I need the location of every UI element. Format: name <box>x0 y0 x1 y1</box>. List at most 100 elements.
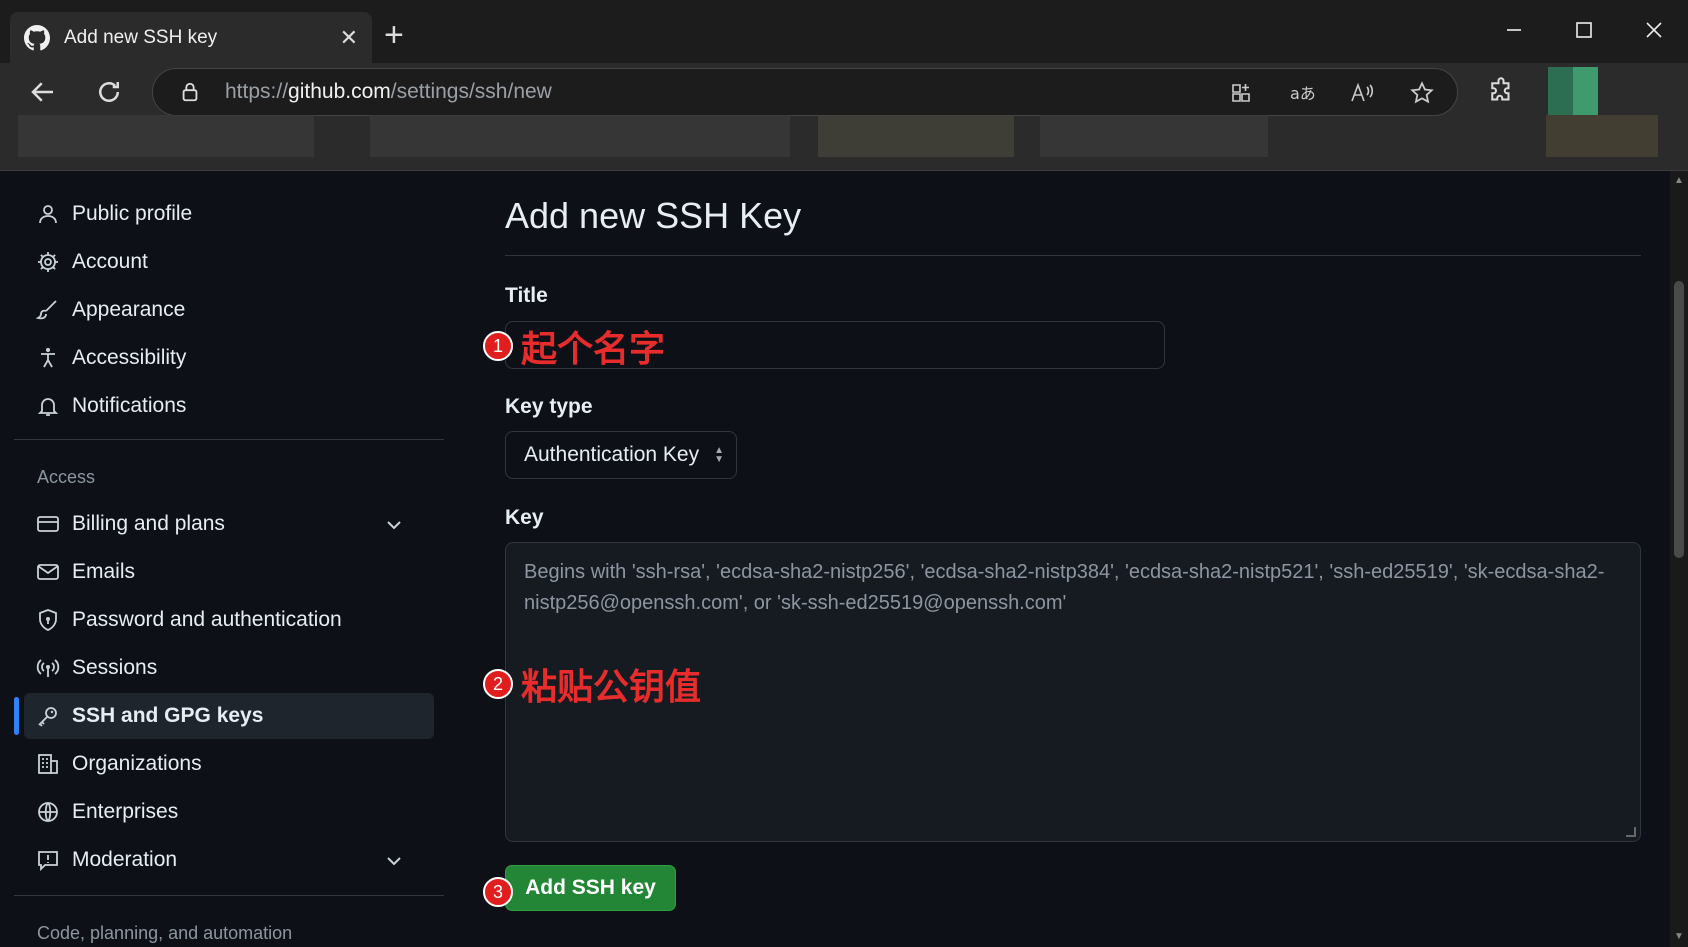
add-ssh-key-button[interactable]: Add SSH key <box>505 865 676 911</box>
bookmark-item[interactable] <box>1546 115 1658 157</box>
translate-icon[interactable]: aあ <box>1289 81 1315 105</box>
credit-card-icon <box>37 516 59 532</box>
key-label: Key <box>505 506 544 529</box>
select-arrows-icon: ▲ ▼ <box>714 445 724 465</box>
annotation-text: 粘贴公钥值 <box>521 667 702 708</box>
scroll-thumb[interactable] <box>1674 281 1684 558</box>
page-scrollbar[interactable]: ▲ ▼ <box>1670 171 1688 947</box>
key-type-value: Authentication Key <box>524 443 700 466</box>
key-icon <box>38 707 57 727</box>
sidebar-item-organizations[interactable]: Organizations <box>24 741 434 787</box>
sidebar-item-label: Appearance <box>72 298 186 321</box>
sidebar-item-notifications[interactable]: Notifications <box>24 383 434 429</box>
url-host: github.com <box>288 80 391 103</box>
browser-toolbar: https://github.com/settings/ssh/new aあ <box>0 63 1688 121</box>
annotation-badge: 2 <box>483 669 513 699</box>
settings-sidebar: Public profile Account Appearance Access… <box>0 171 450 947</box>
app-install-icon[interactable] <box>1229 81 1253 105</box>
sidebar-item-emails[interactable]: Emails <box>24 549 434 595</box>
window-close-icon[interactable] <box>1644 20 1664 40</box>
reload-icon[interactable] <box>94 77 124 107</box>
back-arrow-icon[interactable] <box>28 77 58 107</box>
tab-bar: Add new SSH key ✕ + <box>0 0 1688 63</box>
bookmark-item[interactable] <box>18 115 314 157</box>
sidebar-item-public-profile[interactable]: Public profile <box>24 191 434 237</box>
globe-icon <box>38 802 58 822</box>
svg-text:aあ: aあ <box>1290 84 1315 103</box>
key-placeholder: Begins with 'ssh-rsa', 'ecdsa-sha2-nistp… <box>524 561 1605 614</box>
sidebar-item-label: Public profile <box>72 202 193 225</box>
mail-icon <box>37 564 59 580</box>
annotation-2: 2 粘贴公钥值 <box>483 658 701 710</box>
active-indicator <box>14 697 19 735</box>
extensions-icon[interactable] <box>1486 77 1516 107</box>
new-tab-button[interactable]: + <box>384 18 404 52</box>
minimize-icon[interactable] <box>1504 20 1524 40</box>
resize-handle[interactable] <box>1626 827 1636 837</box>
sidebar-item-label: Password and authentication <box>72 608 342 631</box>
sidebar-item-billing[interactable]: Billing and plans <box>24 501 434 547</box>
sidebar-item-accessibility[interactable]: Accessibility <box>24 335 434 381</box>
report-icon <box>38 851 58 872</box>
annotation-3: 3 <box>483 877 513 907</box>
sidebar-item-sessions[interactable]: Sessions <box>24 645 434 691</box>
bookmark-item[interactable] <box>1040 115 1268 157</box>
chevron-down-icon[interactable] <box>382 513 406 537</box>
sidebar-section-code: Code, planning, and automation <box>37 923 293 943</box>
sidebar-item-moderation[interactable]: Moderation <box>24 837 434 883</box>
sidebar-item-ssh-gpg-keys[interactable]: SSH and GPG keys <box>24 693 434 739</box>
sidebar-divider <box>14 895 444 896</box>
sidebar-item-label: Account <box>72 250 148 273</box>
sidebar-item-label: Moderation <box>72 848 178 871</box>
sidebar-item-label: Sessions <box>72 656 158 679</box>
paintbrush-icon <box>36 300 57 320</box>
annotation-badge: 3 <box>483 877 513 907</box>
scroll-up-icon[interactable]: ▲ <box>1674 175 1684 186</box>
github-logo-icon <box>24 24 50 50</box>
bookmark-item[interactable] <box>818 115 1014 157</box>
annotation-text: 起个名字 <box>521 329 666 370</box>
sidebar-item-label: Enterprises <box>72 800 179 823</box>
maximize-icon[interactable] <box>1574 20 1594 40</box>
sidebar-item-enterprises[interactable]: Enterprises <box>24 789 434 835</box>
tab-close-icon[interactable]: ✕ <box>340 25 358 51</box>
sidebar-section-access: Access <box>37 467 96 487</box>
chevron-down-icon[interactable] <box>382 849 406 873</box>
organization-icon <box>38 754 58 774</box>
bookmark-item[interactable] <box>370 115 790 157</box>
profile-avatar[interactable] <box>1548 67 1598 115</box>
sidebar-item-password-auth[interactable]: Password and authentication <box>24 597 434 643</box>
title-label: Title <box>505 284 548 307</box>
sidebar-item-label: SSH and GPG keys <box>72 704 264 727</box>
page-title: Add new SSH Key <box>505 195 802 236</box>
read-aloud-icon[interactable] <box>1349 81 1375 105</box>
sidebar-item-label: Organizations <box>72 752 202 775</box>
lock-icon[interactable] <box>179 81 201 103</box>
sidebar-item-label: Emails <box>72 560 136 583</box>
accessibility-icon <box>41 348 55 368</box>
sidebar-item-account[interactable]: Account <box>24 239 434 285</box>
address-bar[interactable]: https://github.com/settings/ssh/new aあ <box>152 68 1458 116</box>
annotation-badge: 1 <box>483 331 513 361</box>
bell-icon <box>37 398 59 416</box>
person-icon <box>39 205 57 224</box>
title-divider <box>505 255 1641 256</box>
sidebar-item-appearance[interactable]: Appearance <box>24 287 434 333</box>
key-type-label: Key type <box>505 395 593 418</box>
favorite-star-icon[interactable] <box>1409 80 1435 106</box>
tab-title: Add new SSH key <box>64 26 218 48</box>
sidebar-item-label: Billing and plans <box>72 512 225 535</box>
gear-icon <box>38 252 58 272</box>
browser-tab[interactable]: Add new SSH key ✕ <box>10 12 372 63</box>
scroll-down-icon[interactable]: ▼ <box>1674 931 1684 942</box>
broadcast-icon <box>36 659 60 677</box>
browser-chrome: Add new SSH key ✕ + https://github.com/s… <box>0 0 1688 171</box>
annotation-1: 1 起个名字 <box>483 320 665 372</box>
sidebar-item-label: Accessibility <box>72 346 187 369</box>
shield-lock-icon <box>39 609 57 631</box>
sidebar-divider <box>14 439 444 440</box>
sidebar-item-label: Notifications <box>72 394 187 417</box>
url-scheme: https:// <box>225 80 289 103</box>
key-type-select[interactable]: Authentication Key ▲ ▼ <box>505 431 737 479</box>
url-path: /settings/ssh/new <box>390 80 552 103</box>
